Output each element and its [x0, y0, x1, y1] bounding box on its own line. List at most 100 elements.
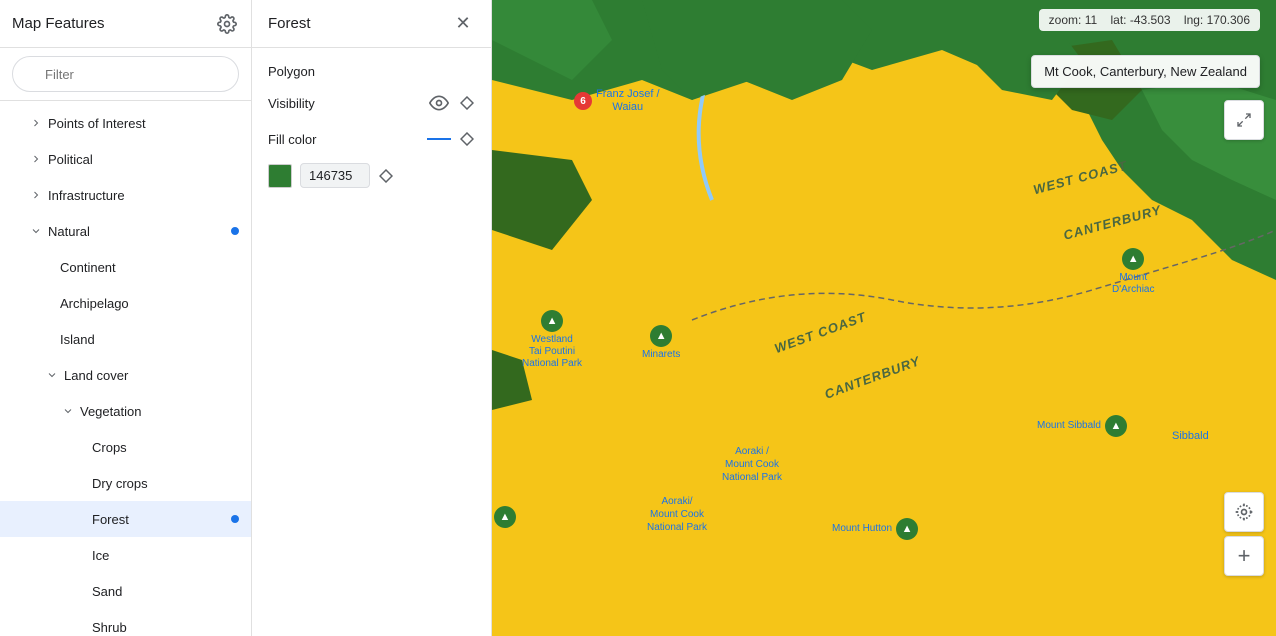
map-zoom-info: zoom: 11 lat: -43.503 lng: 170.306: [1039, 9, 1260, 31]
location-tooltip: Mt Cook, Canterbury, New Zealand: [1031, 55, 1260, 88]
minarets-marker: ▲ Minarets: [642, 325, 680, 361]
sidebar: Map Features Points of Interest Political…: [0, 0, 252, 636]
chevron-icon: [28, 151, 44, 167]
sidebar-item-label-infrastructure: Infrastructure: [48, 188, 125, 203]
color-swatch[interactable]: [268, 164, 292, 188]
sidebar-item-island[interactable]: Island: [0, 321, 251, 357]
sidebar-item-label-political: Political: [48, 152, 93, 167]
sidebar-item-ice[interactable]: Ice: [0, 537, 251, 573]
diamond-icon[interactable]: [459, 95, 475, 111]
sidebar-item-shrub[interactable]: Shrub: [0, 609, 251, 636]
chevron-icon: [28, 115, 44, 131]
sibbald-label: Sibbald: [1172, 430, 1209, 442]
fill-color-row: Fill color: [268, 131, 475, 147]
sidebar-item-label-continent: Continent: [60, 260, 116, 275]
eye-icon[interactable]: [427, 91, 451, 115]
westland-park-label: WestlandTai PoutiniNational Park: [522, 334, 582, 370]
detail-panel: Forest ✕ Polygon Visibility: [252, 0, 492, 636]
location-button[interactable]: [1224, 492, 1264, 532]
lat-label: lat:: [1111, 13, 1127, 27]
map-controls: +: [1224, 492, 1264, 576]
fill-diamond-icon[interactable]: [459, 131, 475, 147]
westland-park-icon[interactable]: ▲: [541, 310, 563, 332]
filter-box: [0, 48, 251, 101]
sidebar-item-archipelago[interactable]: Archipelago: [0, 285, 251, 321]
lat-value: -43.503: [1130, 13, 1171, 27]
franz-josef-marker: 6 Franz Josef /Waiau: [574, 88, 660, 114]
left-edge-park-marker: ▲: [494, 506, 516, 528]
visibility-controls: [427, 91, 475, 115]
visibility-row: Visibility: [268, 91, 475, 115]
minarets-icon[interactable]: ▲: [650, 325, 672, 347]
zoom-label: zoom:: [1049, 13, 1082, 27]
sidebar-item-crops[interactable]: Crops: [0, 429, 251, 465]
detail-section-polygon: Polygon: [268, 64, 475, 79]
minarets-label: Minarets: [642, 349, 680, 361]
mount-sibbald-label: Mount Sibbald: [1037, 420, 1101, 432]
chevron-icon: [44, 367, 60, 383]
sidebar-item-vegetation[interactable]: Vegetation: [0, 393, 251, 429]
color-hex-value[interactable]: 146735: [300, 163, 370, 188]
mount-hutton-marker: Mount Hutton ▲: [832, 518, 918, 540]
sidebar-item-label-points-of-interest: Points of Interest: [48, 116, 146, 131]
visibility-label: Visibility: [268, 96, 315, 111]
route-6-badge: 6: [574, 92, 592, 110]
chevron-icon: [60, 403, 76, 419]
sidebar-item-natural[interactable]: Natural: [0, 213, 251, 249]
detail-header: Forest ✕: [252, 0, 491, 48]
tooltip-text: Mt Cook, Canterbury, New Zealand: [1044, 64, 1247, 79]
sidebar-item-label-crops: Crops: [92, 440, 127, 455]
detail-panel-title: Forest: [268, 15, 311, 32]
map-area[interactable]: zoom: 11 lat: -43.503 lng: 170.306 Mt Co…: [492, 0, 1276, 636]
chevron-icon: [28, 223, 44, 239]
sidebar-title: Map Features: [12, 15, 105, 32]
sidebar-list: Points of Interest Political Infrastructur…: [0, 101, 251, 636]
color-swatch-row: 146735: [268, 163, 475, 188]
left-edge-park-icon[interactable]: ▲: [494, 506, 516, 528]
sidebar-item-sand[interactable]: Sand: [0, 573, 251, 609]
sidebar-item-continent[interactable]: Continent: [0, 249, 251, 285]
mount-sibbald-marker: Mount Sibbald ▲: [1037, 415, 1127, 437]
lng-label: lng:: [1184, 13, 1203, 27]
chevron-icon: [28, 187, 44, 203]
filter-input[interactable]: [12, 56, 239, 92]
sidebar-item-infrastructure[interactable]: Infrastructure: [0, 177, 251, 213]
zoom-in-button[interactable]: +: [1224, 536, 1264, 576]
color-divider: [427, 138, 451, 140]
aoraki-label-mid: Aoraki /Mount CookNational Park: [722, 445, 782, 484]
mount-sibbald-icon[interactable]: ▲: [1105, 415, 1127, 437]
sidebar-item-label-ice: Ice: [92, 548, 109, 563]
mount-darchiac-label: MountD'Archiac: [1112, 272, 1154, 296]
sidebar-item-label-sand: Sand: [92, 584, 122, 599]
sidebar-item-label-dry-crops: Dry crops: [92, 476, 148, 491]
sidebar-item-land-cover[interactable]: Land cover: [0, 357, 251, 393]
sidebar-item-label-natural: Natural: [48, 224, 90, 239]
active-dot: [231, 227, 239, 235]
aoraki-label-lower: Aoraki/Mount CookNational Park: [647, 495, 707, 534]
sidebar-item-political[interactable]: Political: [0, 141, 251, 177]
fill-color-label: Fill color: [268, 132, 316, 147]
sidebar-item-points-of-interest[interactable]: Points of Interest: [0, 105, 251, 141]
mount-darchiac-icon[interactable]: ▲: [1122, 248, 1144, 270]
color-diamond-icon[interactable]: [378, 168, 394, 184]
fullscreen-button[interactable]: [1224, 100, 1264, 140]
sidebar-item-label-land-cover: Land cover: [64, 368, 128, 383]
sidebar-item-forest[interactable]: Forest: [0, 501, 251, 537]
detail-body: Polygon Visibility Fill color: [252, 48, 491, 204]
sidebar-item-label-archipelago: Archipelago: [60, 296, 129, 311]
sidebar-item-label-island: Island: [60, 332, 95, 347]
zoom-value: 11: [1085, 13, 1097, 27]
sidebar-item-dry-crops[interactable]: Dry crops: [0, 465, 251, 501]
sidebar-item-label-forest: Forest: [92, 512, 129, 527]
westland-park-marker: ▲ WestlandTai PoutiniNational Park: [522, 310, 582, 370]
active-dot: [231, 515, 239, 523]
mount-hutton-icon[interactable]: ▲: [896, 518, 918, 540]
lng-value: 170.306: [1207, 13, 1250, 27]
sidebar-item-label-shrub: Shrub: [92, 620, 127, 635]
franz-josef-label: Franz Josef /Waiau: [596, 88, 660, 114]
mount-hutton-label: Mount Hutton: [832, 523, 892, 535]
settings-icon[interactable]: [215, 12, 239, 36]
mount-darchiac-marker: ▲ MountD'Archiac: [1112, 248, 1154, 296]
fill-color-controls: [427, 131, 475, 147]
close-icon[interactable]: ✕: [451, 12, 475, 36]
